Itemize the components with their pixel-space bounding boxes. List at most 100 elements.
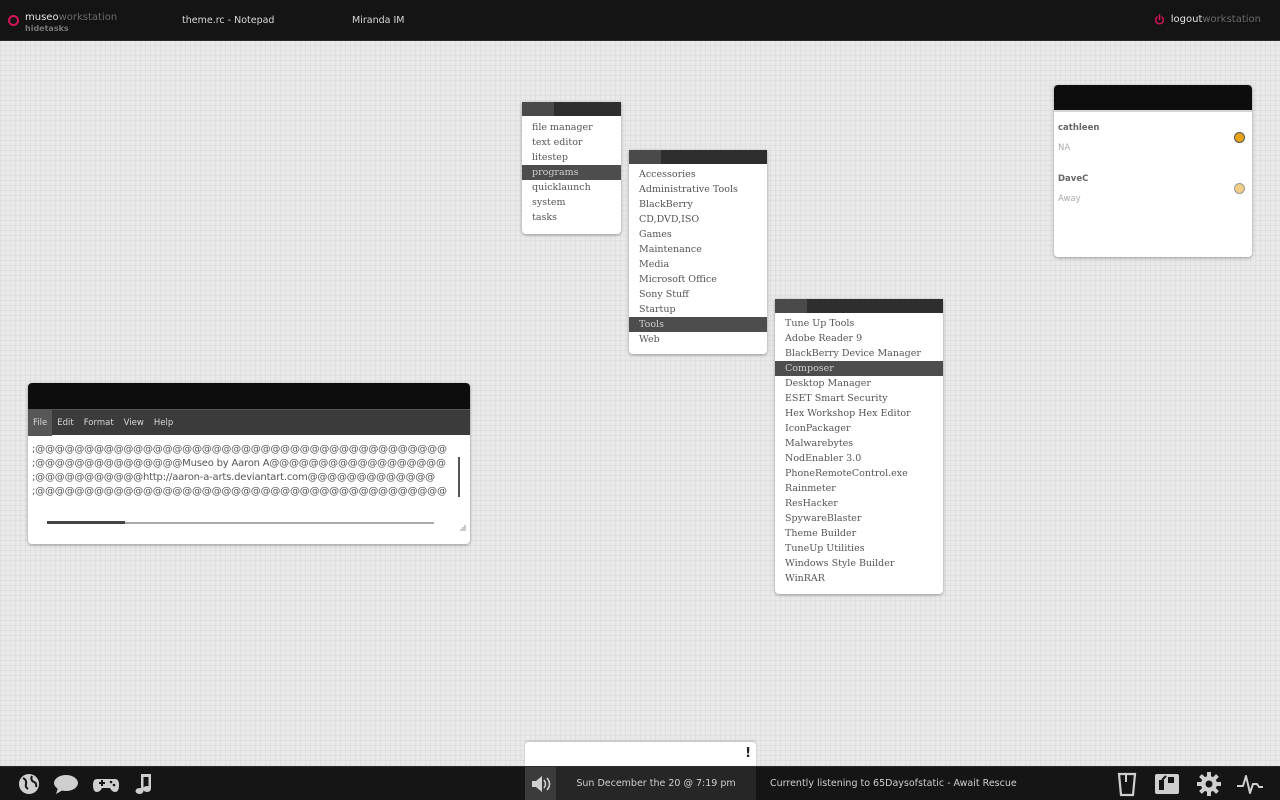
resize-grip-icon[interactable] (459, 524, 466, 531)
notification-popup[interactable]: ! (525, 742, 756, 768)
gear-icon[interactable] (1195, 771, 1223, 797)
hidetasks-link[interactable]: hidetasks (25, 24, 117, 33)
logout-button[interactable]: logout workstation (1154, 14, 1261, 25)
brand[interactable]: museoworkstation hidetasks (8, 13, 117, 33)
main-menu: file manager text editor litestep programs q… (522, 102, 621, 234)
notepad-text-area[interactable]: ;@@@@@@@@@@@@@@@@@@@@@@@@@@@@@@@@@@@@@@@… (32, 443, 452, 501)
notepad-titlebar[interactable] (28, 383, 470, 409)
menu-item[interactable]: ESET Smart Security (775, 391, 943, 406)
menu-item[interactable]: Windows Style Builder (775, 556, 943, 571)
task-notepad[interactable]: theme.rc - Notepad (182, 15, 274, 26)
text-line: ;@@@@@@@@@@@http://aaron-a-arts.devianta… (32, 472, 435, 483)
horizontal-scroll-thumb[interactable] (47, 521, 125, 524)
music-note-icon[interactable] (131, 771, 159, 797)
alert-mark: ! (745, 746, 751, 761)
clock-text: Sun December the 20 @ 7:19 pm (576, 778, 736, 789)
menu-item[interactable]: text editor (522, 135, 621, 150)
task-miranda[interactable]: Miranda IM (352, 15, 404, 26)
brand-secondary: workstation (58, 12, 118, 23)
menu-item[interactable]: Hex Workshop Hex Editor (775, 406, 943, 421)
menu-item[interactable]: Administrative Tools (629, 182, 767, 197)
menu-item[interactable]: Maintenance (629, 242, 767, 257)
brand-text-block: museoworkstation hidetasks (25, 13, 117, 34)
menu-item[interactable]: SpywareBlaster (775, 511, 943, 526)
menu-item[interactable]: ResHacker (775, 496, 943, 511)
contact-status: NA (1058, 143, 1071, 153)
menu-item[interactable]: file manager (522, 120, 621, 135)
menu-item[interactable]: Malwarebytes (775, 436, 943, 451)
menu-item[interactable]: Adobe Reader 9 (775, 331, 943, 346)
status-dot-icon (1234, 132, 1245, 143)
brand-title: museoworkstation (25, 13, 117, 23)
menu-item[interactable]: Composer (775, 361, 943, 376)
menu-item[interactable]: BlackBerry Device Manager (775, 346, 943, 361)
dashboard-icon[interactable] (1153, 771, 1181, 797)
contact-item[interactable]: cathleen NA (1054, 112, 1252, 163)
power-icon (1154, 14, 1164, 25)
tools-menu: Tune Up Tools Adobe Reader 9 BlackBerry De… (775, 299, 943, 594)
menu-file[interactable]: File (28, 409, 53, 436)
miranda-titlebar[interactable] (1054, 85, 1252, 112)
activity-icon[interactable] (1236, 771, 1264, 797)
top-bar: museoworkstation hidetasks theme.rc - No… (0, 0, 1280, 41)
notepad-menubar: File Edit Format View Help (28, 409, 470, 436)
clock-panel: Sun December the 20 @ 7:19 pm (525, 767, 756, 800)
contact-item[interactable]: DaveC Away (1054, 163, 1252, 214)
menu-item[interactable]: WinRAR (775, 571, 943, 586)
menu-item[interactable]: BlackBerry (629, 197, 767, 212)
programs-menu-list: Accessories Administrative Tools BlackBerr… (629, 164, 767, 347)
menu-item[interactable]: system (522, 195, 621, 210)
menu-item[interactable]: Accessories (629, 167, 767, 182)
main-menu-header[interactable] (522, 102, 621, 116)
menu-item[interactable]: IconPackager (775, 421, 943, 436)
brand-primary: museo (25, 12, 59, 23)
menu-item[interactable]: Desktop Manager (775, 376, 943, 391)
now-playing-text: Currently listening to 65Daysofstatic - … (770, 778, 1017, 789)
miranda-window: cathleen NA DaveC Away (1054, 85, 1252, 257)
logout-secondary: workstation (1202, 14, 1261, 25)
menu-item[interactable]: Theme Builder (775, 526, 943, 541)
volume-button[interactable] (525, 767, 556, 800)
menu-help[interactable]: Help (149, 410, 178, 436)
menu-format[interactable]: Format (79, 410, 119, 436)
menu-item[interactable]: PhoneRemoteControl.exe (775, 466, 943, 481)
menu-item[interactable]: quicklaunch (522, 180, 621, 195)
tools-menu-list: Tune Up Tools Adobe Reader 9 BlackBerry De… (775, 313, 943, 586)
menu-item[interactable]: CD,DVD,ISO (629, 212, 767, 227)
programs-menu-header[interactable] (629, 150, 767, 164)
tools-menu-header[interactable] (775, 299, 943, 313)
menu-item[interactable]: tasks (522, 210, 621, 225)
menu-item[interactable]: Games (629, 227, 767, 242)
contact-name: cathleen (1058, 123, 1100, 133)
globe-icon[interactable] (15, 771, 43, 797)
logout-primary: logout (1170, 14, 1203, 25)
programs-menu: Accessories Administrative Tools BlackBerr… (629, 150, 767, 354)
menu-item[interactable]: Tools (629, 317, 767, 332)
bottom-taskbar: Sun December the 20 @ 7:19 pm Currently … (0, 766, 1280, 800)
menu-item[interactable]: programs (522, 165, 621, 180)
trash-icon[interactable] (1113, 771, 1141, 797)
menu-item[interactable]: litestep (522, 150, 621, 165)
contact-name: DaveC (1058, 174, 1089, 184)
speaker-icon (532, 776, 551, 792)
menu-view[interactable]: View (119, 410, 149, 436)
menu-item[interactable]: Startup (629, 302, 767, 317)
menu-item[interactable]: Tune Up Tools (775, 316, 943, 331)
menu-item[interactable]: Media (629, 257, 767, 272)
menu-edit[interactable]: Edit (52, 410, 78, 436)
menu-item[interactable]: TuneUp Utilities (775, 541, 943, 556)
status-dot-icon (1234, 183, 1245, 194)
ring-logo-icon (8, 15, 19, 26)
contact-status: Away (1058, 194, 1081, 204)
vertical-scrollbar[interactable] (458, 457, 460, 497)
notepad-window: File Edit Format View Help ;@@@@@@@@@@@@… (28, 383, 470, 544)
menu-item[interactable]: Web (629, 332, 767, 347)
main-menu-list: file manager text editor litestep programs q… (522, 116, 621, 225)
menu-item[interactable]: Sony Stuff (629, 287, 767, 302)
menu-item[interactable]: Rainmeter (775, 481, 943, 496)
chat-bubble-icon[interactable] (52, 771, 80, 797)
gamepad-icon[interactable] (92, 771, 120, 797)
text-line: ;@@@@@@@@@@@@@@@@@@@@@@@@@@@@@@@@@@@@@@@… (32, 444, 447, 455)
menu-item[interactable]: NodEnabler 3.0 (775, 451, 943, 466)
menu-item[interactable]: Microsoft Office (629, 272, 767, 287)
